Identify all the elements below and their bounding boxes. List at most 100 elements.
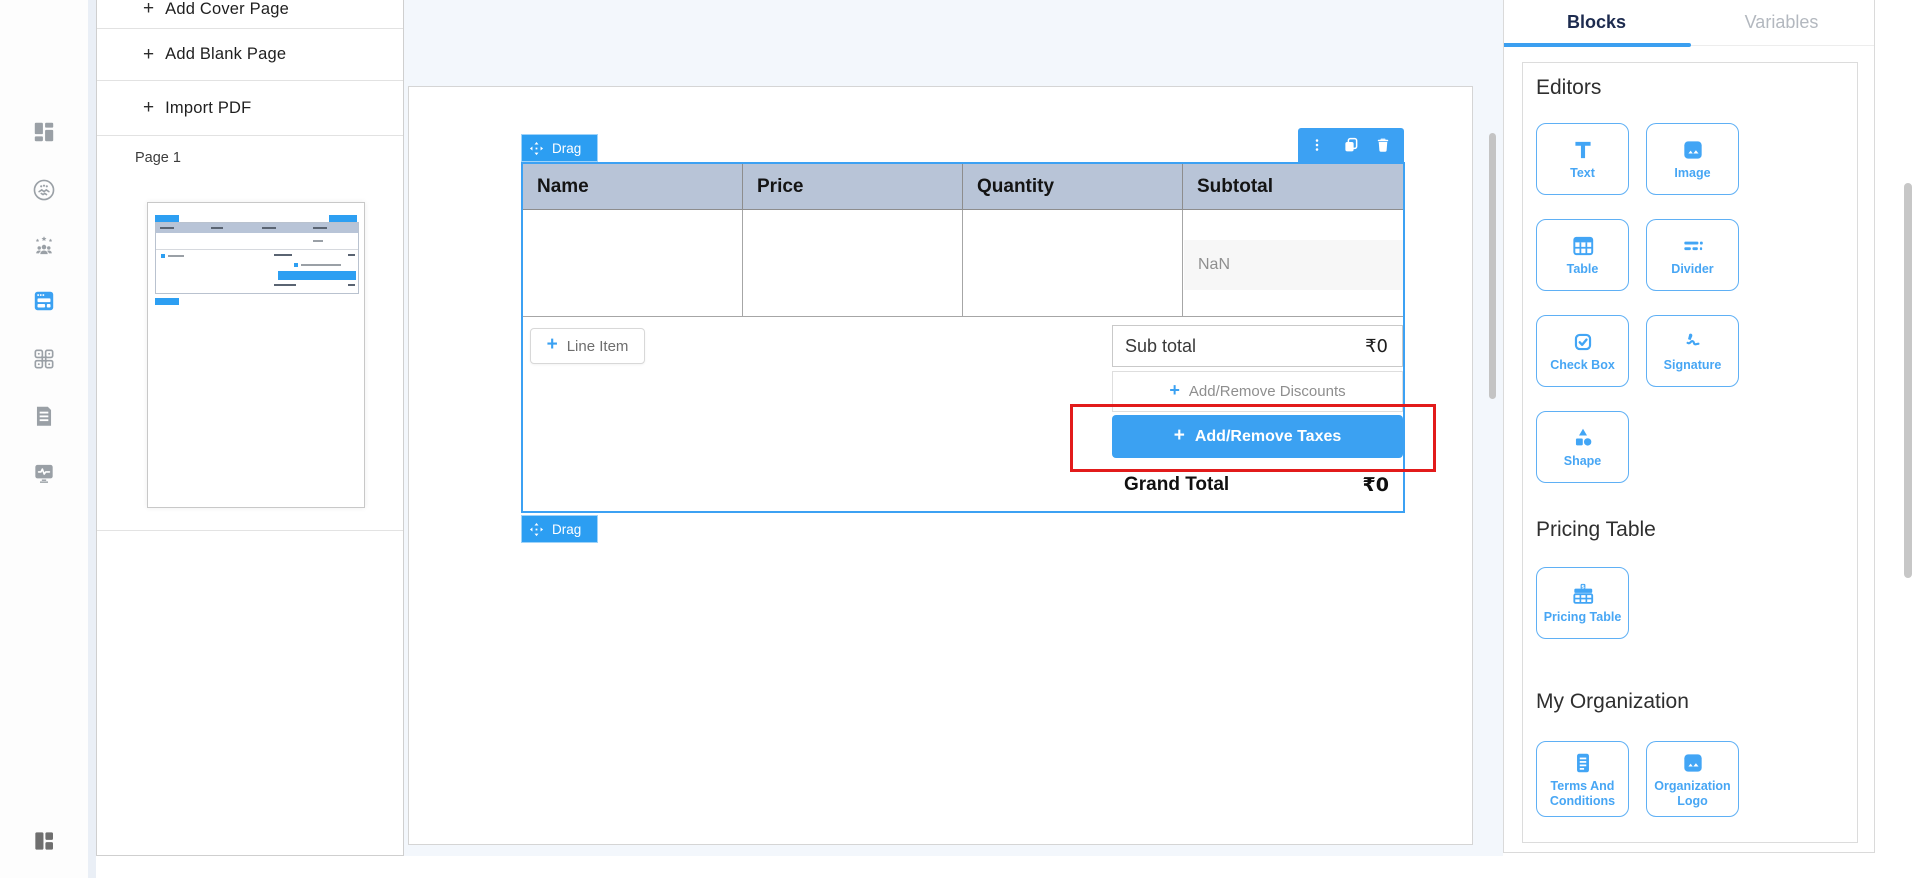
cell-name[interactable] — [523, 210, 743, 317]
plus-icon: + — [1169, 380, 1180, 400]
column-header-subtotal[interactable]: Subtotal — [1183, 164, 1403, 210]
block-tile-text[interactable]: Text — [1536, 123, 1629, 195]
grand-total-value: ₹0 — [1362, 473, 1389, 496]
divider-icon — [1683, 241, 1703, 251]
panel-gap — [88, 0, 96, 878]
grand-total-label: Grand Total — [1124, 473, 1230, 495]
plus-icon: + — [546, 334, 558, 355]
sub-total-row: Sub total ₹0 — [1112, 325, 1403, 367]
sub-total-label: Sub total — [1125, 335, 1197, 356]
pricing-table-section-title: Pricing Table — [1536, 518, 1656, 541]
active-tab-indicator — [1504, 43, 1691, 47]
block-drag-handle-bottom[interactable]: Drag — [521, 515, 598, 543]
add-line-item-button[interactable]: + Line Item — [530, 328, 645, 364]
organization-tile-grid: Terms And Conditions Organization Logo — [1536, 741, 1844, 817]
tile-label: Text — [1570, 166, 1595, 181]
grand-total-row: Grand Total ₹0 — [1112, 461, 1403, 508]
add-blank-page-button[interactable]: + Add Blank Page — [97, 29, 403, 81]
thumb-toolbar — [329, 215, 357, 222]
document-builder-icon[interactable] — [31, 288, 57, 314]
subtotal-nan-value: NaN — [1184, 240, 1403, 290]
team-icon[interactable] — [31, 233, 57, 259]
add-cover-page-button[interactable]: + Add Cover Page — [97, 0, 403, 29]
handshake-deals-icon[interactable] — [31, 177, 57, 203]
tile-label: Check Box — [1550, 358, 1615, 373]
plus-icon: + — [1173, 424, 1185, 446]
image-icon — [1683, 141, 1702, 159]
block-tile-terms-and-conditions[interactable]: Terms And Conditions — [1536, 741, 1629, 817]
block-toolbar — [1298, 128, 1404, 162]
dashboard-icon[interactable] — [31, 119, 57, 145]
kebab-menu-icon[interactable] — [1310, 135, 1330, 155]
shape-icon — [1575, 429, 1591, 446]
tile-label: Signature — [1663, 358, 1722, 373]
thumb-drag-chip — [155, 215, 179, 222]
tile-label: Pricing Table — [1543, 610, 1622, 625]
tab-blocks[interactable]: Blocks — [1504, 0, 1689, 45]
column-header-quantity[interactable]: Quantity — [963, 164, 1183, 210]
forms-icon[interactable] — [31, 403, 57, 429]
text-icon — [1574, 142, 1591, 159]
tile-label: Table — [1566, 262, 1599, 277]
drag-label: Drag — [552, 521, 582, 537]
copy-icon[interactable] — [1341, 135, 1361, 155]
editors-section-title: Editors — [1536, 76, 1602, 99]
trash-icon[interactable] — [1373, 135, 1393, 155]
terms-icon — [1576, 753, 1589, 773]
drag-label: Drag — [552, 140, 582, 156]
blocks-panel: Blocks Variables Editors Text Image Tabl… — [1503, 0, 1875, 853]
signature-icon — [1686, 333, 1699, 346]
window-scrollbar-thumb[interactable] — [1904, 183, 1912, 578]
tile-label: Image — [1674, 166, 1711, 181]
workspace-layout-icon[interactable] — [31, 828, 57, 854]
discounts-label: Add/Remove Discounts — [1188, 383, 1346, 400]
cell-quantity[interactable] — [963, 210, 1183, 317]
column-header-price[interactable]: Price — [743, 164, 963, 210]
plus-icon: + — [143, 0, 155, 19]
line-item-label: Line Item — [566, 337, 629, 355]
editors-tile-grid: Text Image Table Divider Check Box Signa… — [1536, 123, 1844, 483]
sub-total-value: ₹0 — [1365, 335, 1388, 357]
block-drag-handle-top[interactable]: Drag — [521, 134, 598, 162]
nav-rail — [0, 0, 88, 878]
blocks-container: Editors Text Image Table Divider Check B… — [1522, 62, 1858, 843]
import-pdf-label: Import PDF — [165, 98, 252, 117]
tile-label: Shape — [1563, 454, 1602, 469]
pricing-table-icon: $ — [1572, 584, 1593, 605]
import-pdf-button[interactable]: + Import PDF — [97, 81, 403, 136]
checkbox-icon — [1574, 334, 1591, 351]
block-tile-organization-logo[interactable]: Organization Logo — [1646, 741, 1739, 817]
panel-tabbar: Blocks Variables — [1504, 0, 1874, 46]
tab-variables[interactable]: Variables — [1689, 0, 1874, 45]
add-remove-discounts-button[interactable]: + Add/Remove Discounts — [1112, 371, 1403, 412]
taxes-label: Add/Remove Taxes — [1194, 427, 1342, 445]
organization-logo-icon — [1683, 754, 1702, 772]
add-blank-page-label: Add Blank Page — [165, 45, 287, 63]
tile-label: Divider — [1671, 262, 1714, 277]
plus-icon: + — [143, 43, 155, 65]
block-tile-table[interactable]: Table — [1536, 219, 1629, 291]
integrations-icon[interactable] — [31, 346, 57, 372]
block-tile-pricing-table[interactable]: $ Pricing Table — [1536, 567, 1629, 639]
cell-price[interactable] — [743, 210, 963, 317]
block-tile-checkbox[interactable]: Check Box — [1536, 315, 1629, 387]
canvas-scrollbar-thumb[interactable] — [1489, 133, 1496, 399]
thumb-drag-chip — [155, 298, 179, 305]
add-remove-taxes-button[interactable]: + Add/Remove Taxes — [1112, 415, 1403, 458]
block-tile-divider[interactable]: Divider — [1646, 219, 1739, 291]
column-header-name[interactable]: Name — [523, 164, 743, 210]
tile-label: Organization Logo — [1654, 779, 1731, 808]
app-window: + Add Cover Page + Add Blank Page + Impo… — [0, 0, 1920, 878]
page-thumbnail[interactable] — [147, 202, 365, 508]
page-number-label: Page 1 — [135, 150, 181, 166]
move-icon — [529, 141, 544, 155]
block-tile-signature[interactable]: Signature — [1646, 315, 1739, 387]
my-organization-section-title: My Organization — [1536, 690, 1689, 713]
pricing-tile-grid: $ Pricing Table — [1536, 567, 1844, 639]
block-tile-image[interactable]: Image — [1646, 123, 1739, 195]
add-cover-page-label: Add Cover Page — [165, 0, 289, 18]
block-tile-shape[interactable]: Shape — [1536, 411, 1629, 483]
panel-divider — [97, 530, 403, 531]
activity-monitor-icon[interactable] — [31, 460, 57, 486]
move-icon — [529, 522, 544, 536]
